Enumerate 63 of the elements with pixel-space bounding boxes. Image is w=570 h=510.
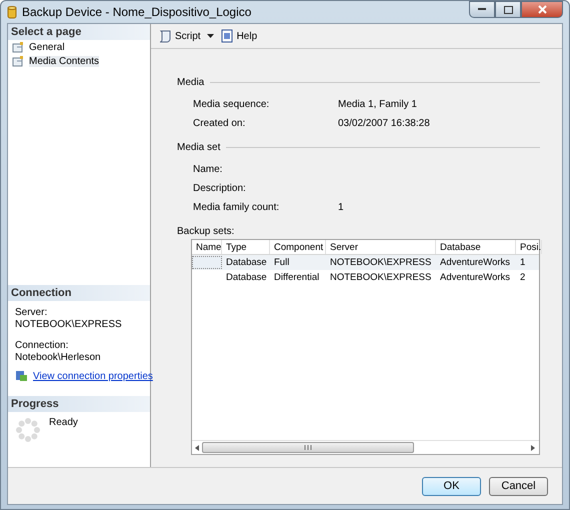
column-header[interactable]: Posi.	[516, 240, 542, 254]
backup-sets-label: Backup sets:	[177, 226, 236, 237]
properties-icon	[15, 370, 28, 382]
table-cell: Full	[274, 257, 290, 268]
server-value: NOTEBOOK\EXPRESS	[15, 319, 123, 330]
help-icon	[220, 29, 234, 43]
connection-value: Notebook\Herleson	[15, 352, 102, 363]
connection-label: Connection:	[15, 340, 70, 351]
column-header[interactable]: Name	[192, 240, 222, 254]
section-header: Progress	[8, 396, 150, 412]
table-cell: Differential	[274, 272, 320, 283]
table-cell: NOTEBOOK\EXPRESS	[330, 272, 432, 283]
horizontal-scrollbar[interactable]	[192, 440, 539, 454]
field-label: Created on:	[193, 118, 246, 129]
column-header[interactable]: Server	[326, 240, 436, 254]
table-cell: AdventureWorks	[440, 272, 510, 283]
connection-properties-link[interactable]: View connection properties	[33, 370, 153, 382]
table-cell: Database	[226, 272, 267, 283]
right-arrow-icon[interactable]	[531, 444, 536, 450]
table-cell: AdventureWorks	[440, 257, 510, 268]
table-row[interactable]: Database Differential NOTEBOOK\EXPRESS AdventureWorks 2	[192, 270, 539, 285]
script-button[interactable]: Script	[156, 27, 203, 45]
grip-icon	[304, 445, 312, 450]
close-button[interactable]	[521, 1, 563, 18]
maximize-icon	[504, 6, 512, 14]
sidebar-item[interactable]: General	[8, 40, 150, 54]
progress-status: Ready	[49, 417, 78, 430]
window-title: Backup Device - Nome_Dispositivo_Logico	[22, 5, 252, 19]
database-icon	[7, 5, 17, 19]
field-label: Name:	[193, 164, 224, 175]
field-label: Description:	[193, 183, 247, 194]
minimize-button[interactable]	[469, 1, 495, 18]
help-button[interactable]: Help	[218, 27, 260, 45]
section-header: Connection	[8, 285, 150, 301]
maximize-button[interactable]	[495, 1, 521, 18]
minimize-icon	[478, 8, 486, 11]
spinner-icon	[15, 417, 41, 443]
table-cell: 1	[520, 257, 526, 268]
section-header: Select a page	[8, 24, 150, 40]
ok-button[interactable]: OK	[422, 476, 481, 496]
field-label: Media sequence:	[193, 99, 270, 110]
field-value: Media 1, Family 1	[338, 99, 417, 110]
field-value: 1	[338, 202, 344, 213]
server-label: Server:	[15, 307, 48, 318]
page-icon	[12, 55, 26, 67]
column-header[interactable]: Component	[270, 240, 326, 254]
page-icon	[12, 41, 26, 53]
close-icon	[538, 5, 546, 14]
section-title: Media	[177, 76, 204, 88]
column-header[interactable]: Database	[436, 240, 516, 254]
table-cell: Database	[226, 257, 267, 268]
section-title: Media set	[177, 142, 220, 152]
left-arrow-icon[interactable]	[195, 444, 200, 450]
field-value: 03/02/2007 16:38:28	[338, 118, 430, 129]
scroll-icon	[158, 29, 172, 43]
column-header[interactable]: Type	[222, 240, 270, 254]
caret-icon[interactable]	[206, 34, 214, 38]
table-cell: 2	[520, 272, 526, 283]
cancel-button[interactable]: Cancel	[489, 476, 548, 496]
table-cell: NOTEBOOK\EXPRESS	[330, 257, 432, 268]
table-row[interactable]: Database Full NOTEBOOK\EXPRESS AdventureWorks 1	[192, 255, 539, 270]
field-label: Media family count:	[193, 202, 280, 213]
sidebar-item[interactable]: Media Contents	[8, 54, 150, 68]
